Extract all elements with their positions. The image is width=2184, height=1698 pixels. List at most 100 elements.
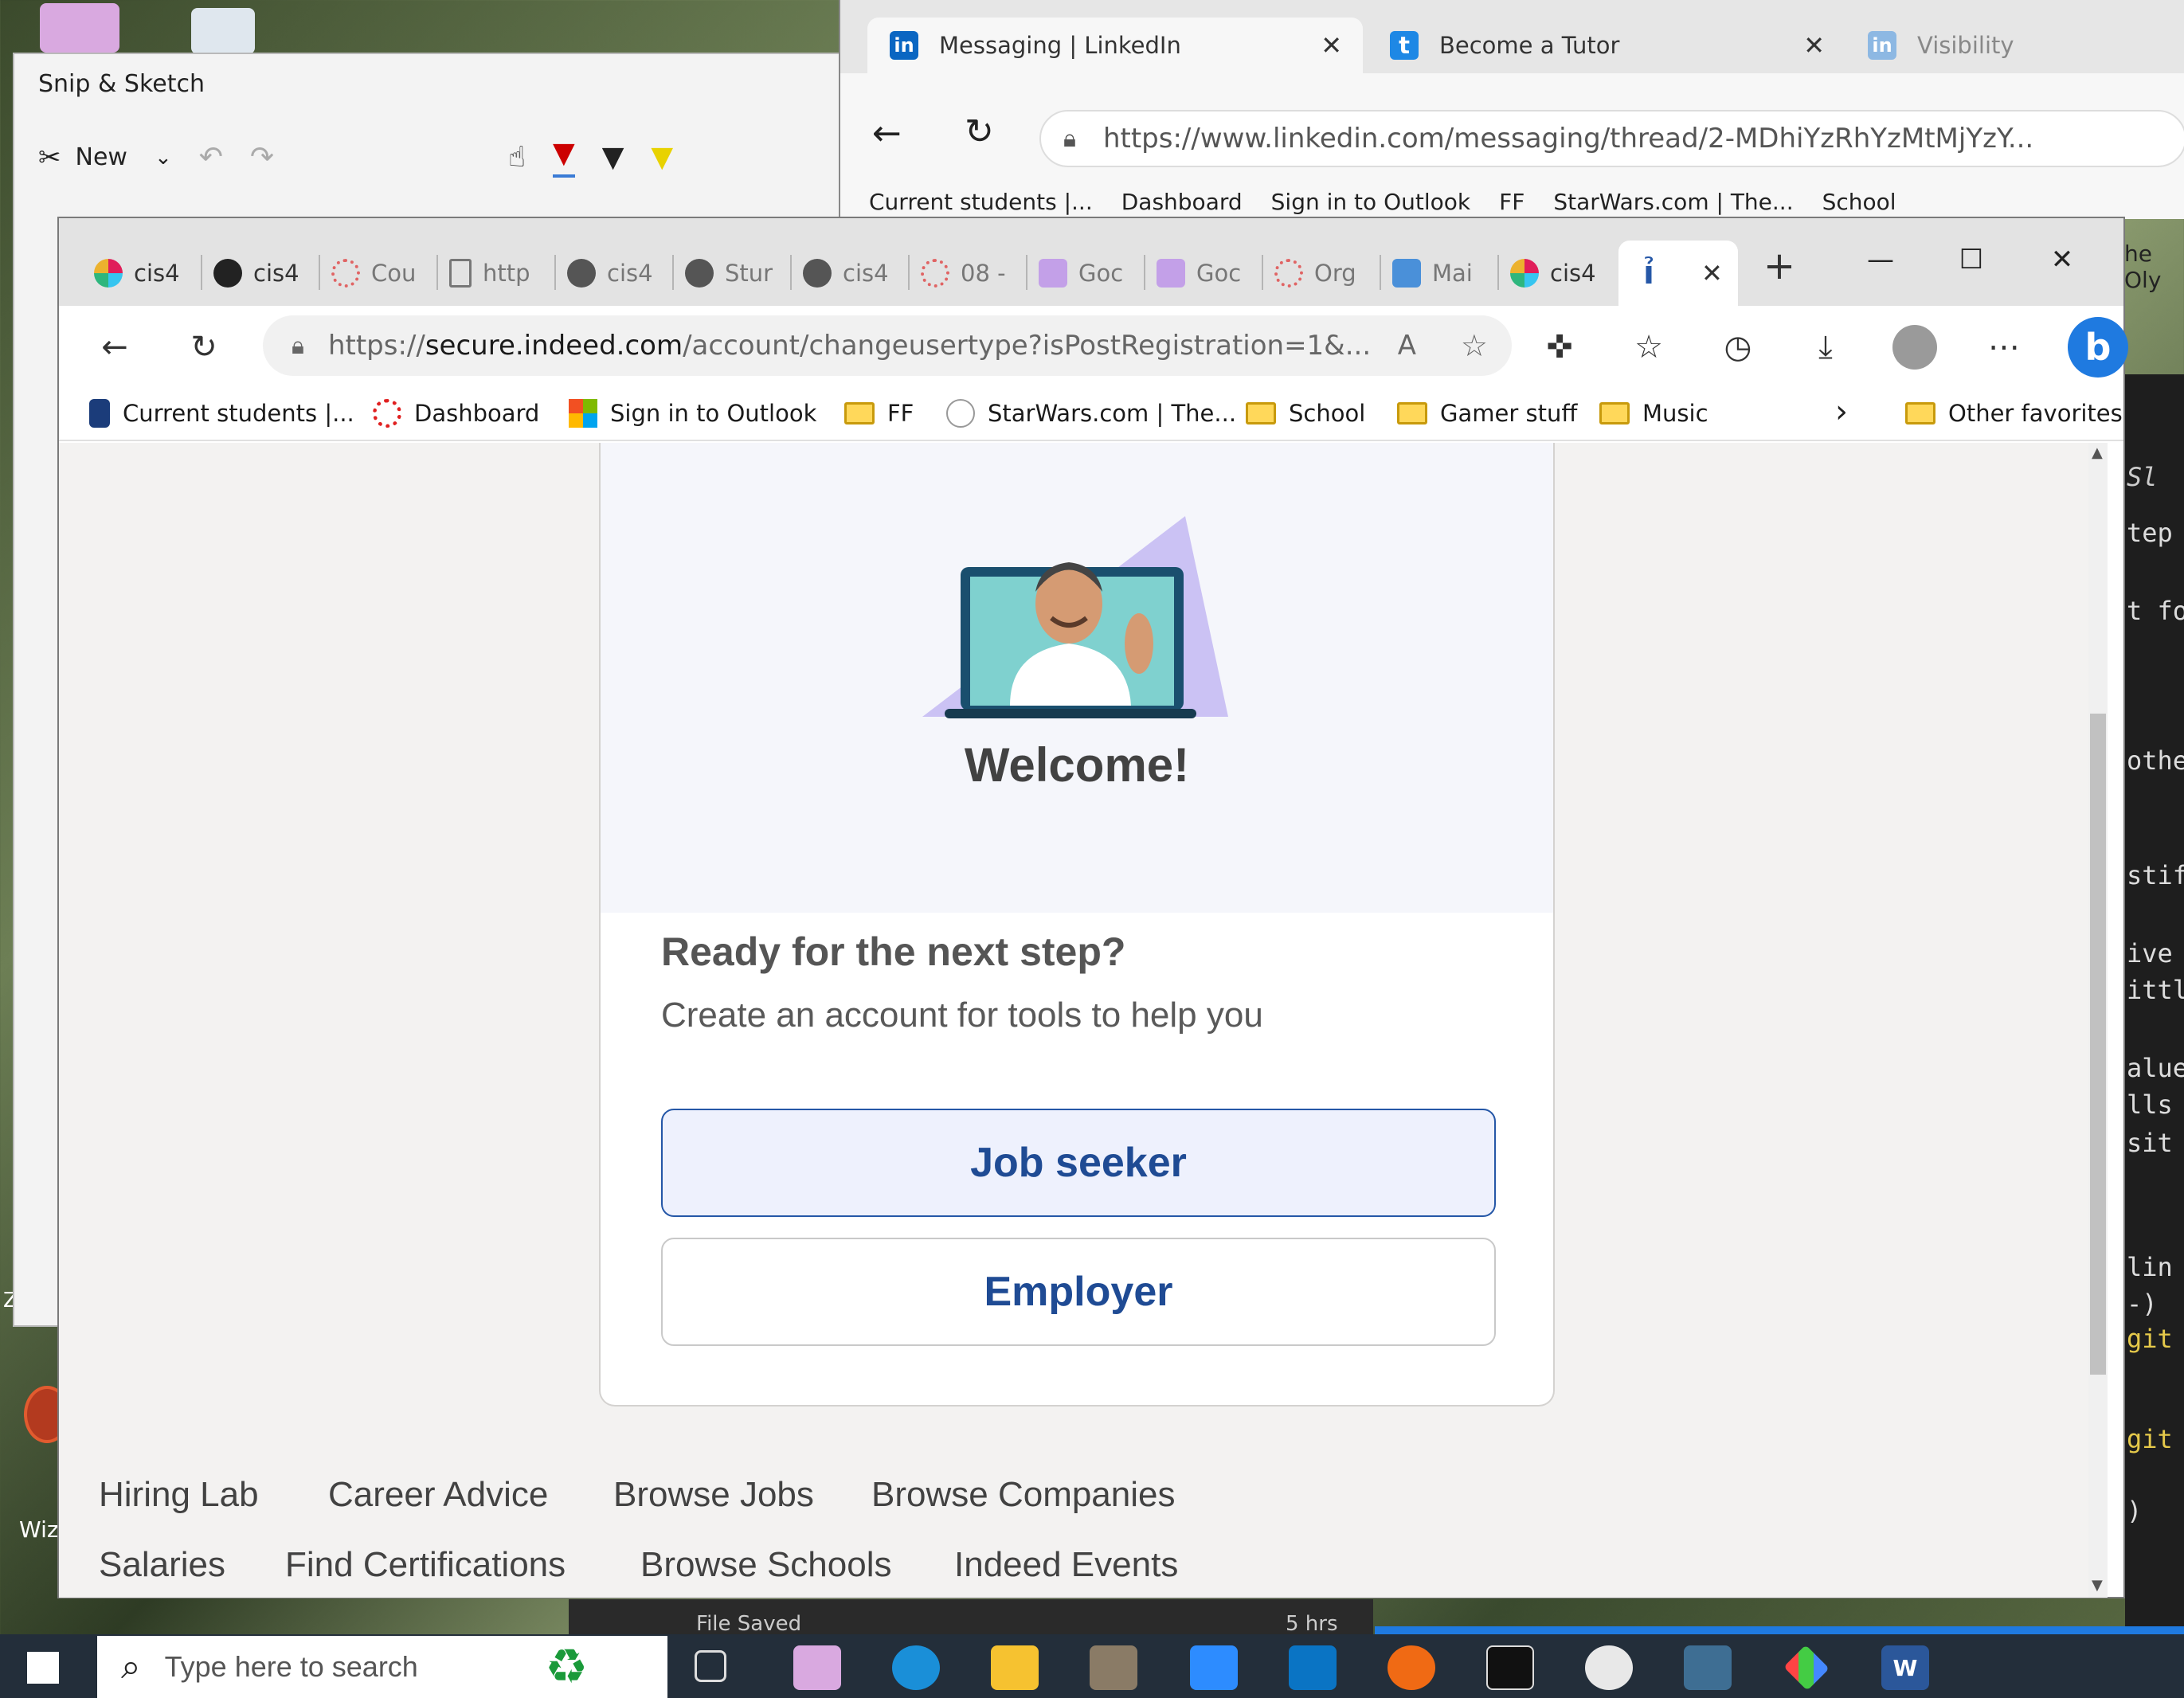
tab-visibility[interactable]: in Visibility: [1845, 18, 2180, 73]
app-diamond-icon[interactable]: [1783, 1645, 1830, 1691]
tab-google[interactable]: Goc: [1027, 241, 1145, 306]
zoom-icon[interactable]: [1190, 1645, 1238, 1690]
bookmark-gamer-stuff[interactable]: Gamer stuff: [1397, 397, 1577, 430]
windows-start-icon[interactable]: [27, 1652, 59, 1684]
tab-outlook[interactable]: Mai: [1381, 241, 1499, 306]
app-orange-icon[interactable]: [1388, 1645, 1435, 1690]
tab-slack[interactable]: cis4: [1499, 241, 1618, 306]
refresh-button[interactable]: ↻: [182, 325, 226, 370]
bookmark[interactable]: Current students |...: [869, 189, 1093, 215]
close-window-button[interactable]: ✕: [2037, 236, 2087, 284]
tab-page[interactable]: http: [438, 241, 556, 306]
tab-github[interactable]: cis4: [556, 241, 674, 306]
tab-github[interactable]: Stur: [674, 241, 792, 306]
footer-link-career-advice[interactable]: Career Advice: [328, 1475, 548, 1515]
gimp-icon[interactable]: [1090, 1645, 1137, 1690]
google-classroom-icon: [1157, 259, 1185, 288]
bookmark-starwars[interactable]: StarWars.com | The...: [946, 397, 1236, 430]
bookmark-other-favorites[interactable]: Other favorites: [1905, 397, 2123, 430]
close-tab-icon[interactable]: ✕: [1321, 30, 1342, 61]
tab-github[interactable]: cis4: [202, 241, 320, 306]
background-window-strip: File Saved 5 hrs: [569, 1599, 1373, 1636]
undo-icon[interactable]: ↶: [199, 141, 223, 174]
new-tab-button[interactable]: +: [1755, 242, 1803, 290]
address-bar[interactable]: 🔒︎ https://secure.indeed.com/account/cha…: [263, 315, 1512, 376]
tab-canvas[interactable]: Cou: [320, 241, 438, 306]
footer-link-salaries[interactable]: Salaries: [99, 1545, 225, 1585]
footer-link-indeed-events[interactable]: Indeed Events: [954, 1545, 1178, 1585]
read-aloud-icon[interactable]: A: [1398, 330, 1416, 362]
vscode-icon[interactable]: [1289, 1645, 1337, 1690]
bookmark-current-students[interactable]: Current students |...: [89, 397, 354, 430]
footer-link-find-certifications[interactable]: Find Certifications: [285, 1545, 566, 1585]
back-button[interactable]: ←: [92, 325, 137, 370]
bookmark[interactable]: Dashboard: [1121, 189, 1243, 215]
bookmark[interactable]: Sign in to Outlook: [1271, 189, 1470, 215]
next-step-subheading: Create an account for tools to help you: [661, 996, 1263, 1035]
unity-icon[interactable]: [1486, 1645, 1534, 1690]
tab-github[interactable]: cis4: [792, 241, 910, 306]
employer-button[interactable]: Employer: [661, 1238, 1496, 1346]
bookmark-music[interactable]: Music: [1599, 397, 1708, 430]
history-icon[interactable]: ◷: [1716, 325, 1760, 370]
desktop-app-icon[interactable]: [40, 3, 119, 53]
terminal-line: -): [2127, 1289, 2158, 1319]
app-icon[interactable]: [793, 1645, 841, 1690]
file-explorer-icon[interactable]: [991, 1645, 1039, 1690]
minimize-button[interactable]: —: [1856, 236, 1905, 284]
accent-strip: [1375, 1626, 2184, 1634]
bookmark[interactable]: StarWars.com | The...: [1553, 189, 1793, 215]
bookmark-school[interactable]: School: [1246, 397, 1365, 430]
maximize-button[interactable]: ☐: [1947, 236, 1996, 284]
task-view-icon[interactable]: [695, 1650, 726, 1682]
edge-icon[interactable]: [892, 1645, 940, 1690]
tab-linkedin-messaging[interactable]: in Messaging | LinkedIn ✕: [867, 18, 1363, 73]
close-tab-icon[interactable]: ✕: [1803, 30, 1825, 61]
extensions-icon[interactable]: ✜: [1537, 325, 1582, 370]
vertical-scrollbar[interactable]: ▲ ▼: [2088, 443, 2108, 1598]
redo-icon[interactable]: ↷: [250, 141, 274, 174]
scrollbar-thumb[interactable]: [2090, 714, 2106, 1375]
chevron-down-icon[interactable]: ⌄: [155, 146, 172, 170]
tab-become-tutor[interactable]: t Become a Tutor ✕: [1366, 18, 1836, 73]
chevron-right-icon[interactable]: ›: [1835, 393, 1848, 430]
word-icon[interactable]: W: [1881, 1645, 1929, 1690]
taskbar-search-box[interactable]: ⌕ Type here to search ♻: [97, 1636, 667, 1698]
tab-google[interactable]: Goc: [1145, 241, 1263, 306]
close-tab-icon[interactable]: ✕: [1701, 258, 1723, 288]
app-red-icon[interactable]: [1585, 1645, 1633, 1690]
highlighter-icon[interactable]: ▼: [651, 141, 673, 174]
bookmark[interactable]: School: [1822, 189, 1896, 215]
more-options-icon[interactable]: ⋯: [1982, 325, 2026, 370]
pencil-icon[interactable]: ▼: [602, 141, 624, 174]
mysql-icon[interactable]: [1684, 1645, 1732, 1690]
refresh-icon[interactable]: ↻: [965, 112, 994, 152]
new-snip-button[interactable]: ✂ New: [38, 142, 127, 174]
touch-writing-icon[interactable]: ☝: [508, 141, 526, 174]
recycle-bin-icon[interactable]: [191, 8, 255, 54]
profile-avatar[interactable]: [1892, 325, 1937, 370]
ballpoint-pen-icon[interactable]: ▼: [553, 137, 575, 178]
footer-link-hiring-lab[interactable]: Hiring Lab: [99, 1475, 259, 1515]
tab-slack[interactable]: cis4: [83, 241, 202, 306]
downloads-icon[interactable]: ⤓: [1803, 325, 1848, 370]
favorites-icon[interactable]: ☆: [1626, 325, 1671, 370]
bing-chat-icon[interactable]: b: [2068, 317, 2128, 378]
tab-canvas[interactable]: 08 -: [910, 241, 1027, 306]
job-seeker-button[interactable]: Job seeker: [661, 1109, 1496, 1217]
footer-link-browse-companies[interactable]: Browse Companies: [871, 1475, 1176, 1515]
bookmark-outlook[interactable]: Sign in to Outlook: [569, 397, 816, 430]
tab-indeed-active[interactable]: ỉ ✕: [1618, 241, 1738, 306]
tab-canvas[interactable]: Org: [1263, 241, 1381, 306]
footer-link-browse-jobs[interactable]: Browse Jobs: [613, 1475, 814, 1515]
linkedin-address-bar[interactable]: 🔒︎ https://www.linkedin.com/messaging/th…: [1039, 110, 2184, 167]
recycle-icon: ♻: [545, 1640, 588, 1693]
footer-link-browse-schools[interactable]: Browse Schools: [640, 1545, 891, 1585]
scroll-up-icon[interactable]: ▲: [2092, 444, 2103, 461]
bookmark-dashboard[interactable]: Dashboard: [373, 397, 539, 430]
back-icon[interactable]: ←: [872, 113, 902, 154]
scroll-down-icon[interactable]: ▼: [2092, 1577, 2103, 1594]
bookmark-ff[interactable]: FF: [844, 397, 914, 430]
bookmark[interactable]: FF: [1499, 189, 1524, 215]
add-favorite-icon[interactable]: ☆: [1461, 328, 1488, 363]
